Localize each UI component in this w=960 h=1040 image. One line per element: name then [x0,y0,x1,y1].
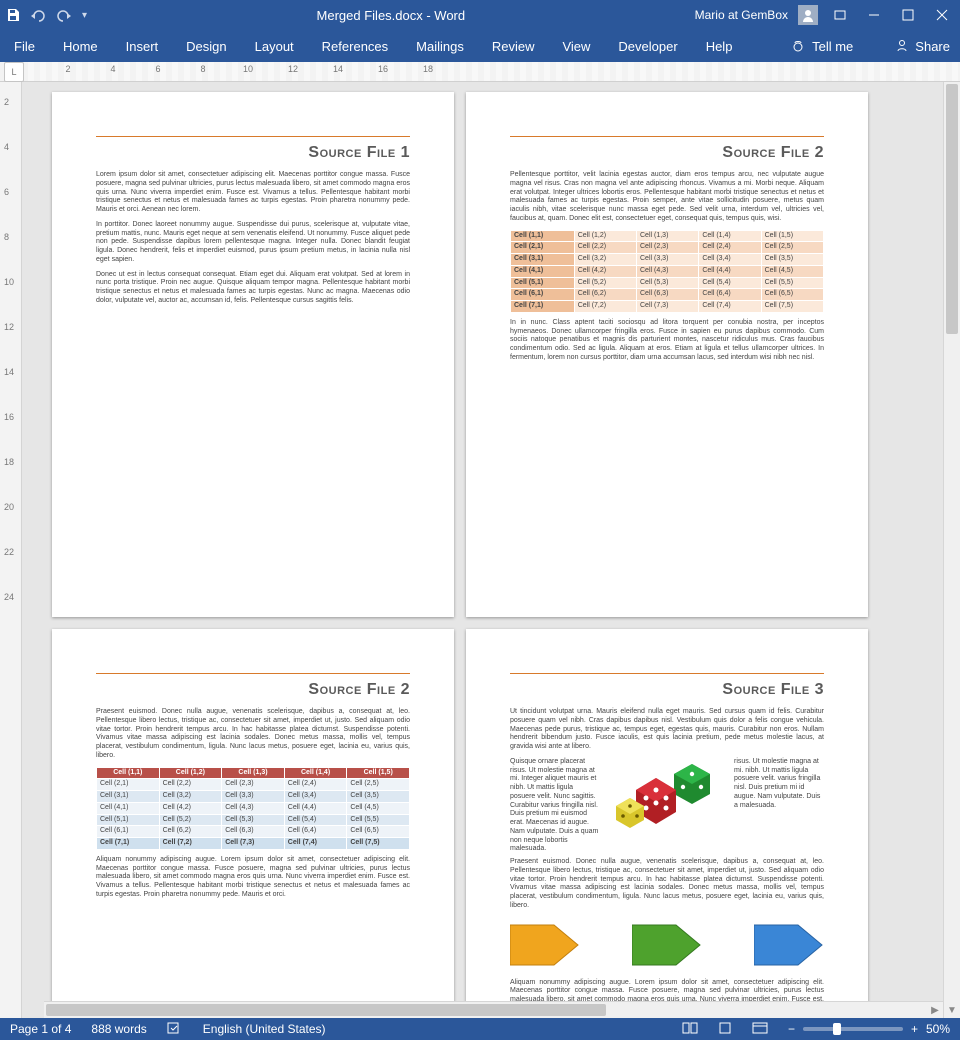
view-print-layout-icon[interactable] [718,1022,732,1037]
paragraph: Ut tincidunt volutpat urna. Mauris eleif… [510,708,824,752]
zoom-in-button[interactable]: + [911,1022,918,1036]
ribbon: File Home Insert Design Layout Reference… [0,30,960,62]
document-canvas[interactable]: Source File 1 Lorem ipsum dolor sit amet… [22,82,960,1018]
scroll-right-icon[interactable]: ▶ [927,1002,943,1018]
tab-home[interactable]: Home [49,32,112,61]
tab-help[interactable]: Help [692,32,747,61]
page-1[interactable]: Source File 1 Lorem ipsum dolor sit amet… [52,92,454,617]
page-heading: Source File 1 [96,143,410,163]
page-heading: Source File 2 [510,143,824,163]
heading-rule [96,673,410,674]
page-4[interactable]: Source File 3 Ut tincidunt volutpat urna… [466,629,868,1018]
paragraph: Praesent euismod. Donec nulla augue, ven… [96,708,410,761]
tab-design[interactable]: Design [172,32,240,61]
zoom-out-button[interactable]: − [788,1022,795,1036]
share-icon[interactable] [895,38,909,55]
view-web-layout-icon[interactable] [752,1022,768,1037]
heading-rule [510,136,824,137]
save-icon[interactable] [6,8,20,22]
tab-mailings[interactable]: Mailings [402,32,478,61]
user-name: Mario at GemBox [695,8,788,22]
tab-view[interactable]: View [548,32,604,61]
vertical-scrollbar[interactable]: ▲ ▼ [943,82,960,1018]
minimize-icon[interactable] [862,3,886,27]
paragraph: Donec ut est in lectus consequat consequ… [96,271,410,306]
scroll-thumb[interactable] [946,84,958,334]
title-bar: ▾ Merged Files.docx - Word Mario at GemB… [0,0,960,30]
user-avatar-icon[interactable] [798,5,818,25]
scroll-down-icon[interactable]: ▼ [944,1002,960,1018]
paragraph: Praesent euismod. Donec nulla augue, ven… [510,858,824,911]
page-heading: Source File 3 [510,680,824,700]
document-title: Merged Files.docx - Word [87,8,695,23]
undo-icon[interactable] [30,8,46,22]
paragraph: Pellentesque porttitor, velit lacinia eg… [510,171,824,224]
orange-data-table: Cell (1,1)Cell (1,2)Cell (1,3)Cell (1,4)… [510,230,824,313]
tell-me-icon[interactable] [790,37,806,56]
tab-file[interactable]: File [0,32,49,61]
paragraph: Lorem ipsum dolor sit amet, consectetuer… [96,171,410,215]
paragraph: risus. Ut molestie magna at mi. nibh. Ut… [734,758,824,854]
vertical-ruler[interactable]: 24681012141618202224 [0,82,22,1018]
page-heading: Source File 2 [96,680,410,700]
tell-me-field[interactable]: Tell me [812,39,853,54]
maximize-icon[interactable] [896,3,920,27]
scroll-thumb[interactable] [46,1004,606,1016]
redo-icon[interactable] [56,8,72,22]
horizontal-scrollbar[interactable]: ◀ ▶ [44,1001,943,1018]
tab-layout[interactable]: Layout [241,32,308,61]
close-icon[interactable] [930,3,954,27]
status-page[interactable]: Page 1 of 4 [10,1022,71,1036]
ribbon-display-icon[interactable] [828,3,852,27]
arrow-shapes-row [510,921,824,969]
tab-developer[interactable]: Developer [604,32,691,61]
page-3[interactable]: Source File 2 Praesent euismod. Donec nu… [52,629,454,1018]
horizontal-ruler[interactable]: L 24681012141618 [0,62,960,82]
heading-rule [510,673,824,674]
paragraph: In porttitor. Donec laoreet nonummy augu… [96,221,410,265]
tab-stop-selector[interactable]: L [4,62,24,82]
dice-image [612,758,722,828]
arrow-shape-green [632,921,702,969]
page-2[interactable]: Source File 2 Pellentesque porttitor, ve… [466,92,868,617]
blue-data-table: Cell (1,1)Cell (1,2)Cell (1,3)Cell (1,4)… [96,767,410,850]
paragraph: Quisque ornare placerat risus. Ut molest… [510,758,600,854]
zoom-level[interactable]: 50% [926,1022,950,1036]
status-bar: Page 1 of 4 888 words English (United St… [0,1018,960,1040]
tab-review[interactable]: Review [478,32,549,61]
view-read-mode-icon[interactable] [682,1022,698,1037]
tab-insert[interactable]: Insert [112,32,173,61]
arrow-shape-blue [754,921,824,969]
paragraph: Aliquam nonummy adipiscing augue. Lorem … [96,856,410,900]
status-wordcount[interactable]: 888 words [91,1022,146,1036]
status-language[interactable]: English (United States) [203,1022,326,1036]
tab-references[interactable]: References [308,32,402,61]
arrow-shape-yellow [510,921,580,969]
heading-rule [96,136,410,137]
share-button[interactable]: Share [915,39,950,54]
zoom-slider[interactable] [803,1027,903,1031]
spellcheck-icon[interactable] [167,1021,183,1038]
paragraph: In in nunc. Class aptent taciti sociosqu… [510,319,824,363]
